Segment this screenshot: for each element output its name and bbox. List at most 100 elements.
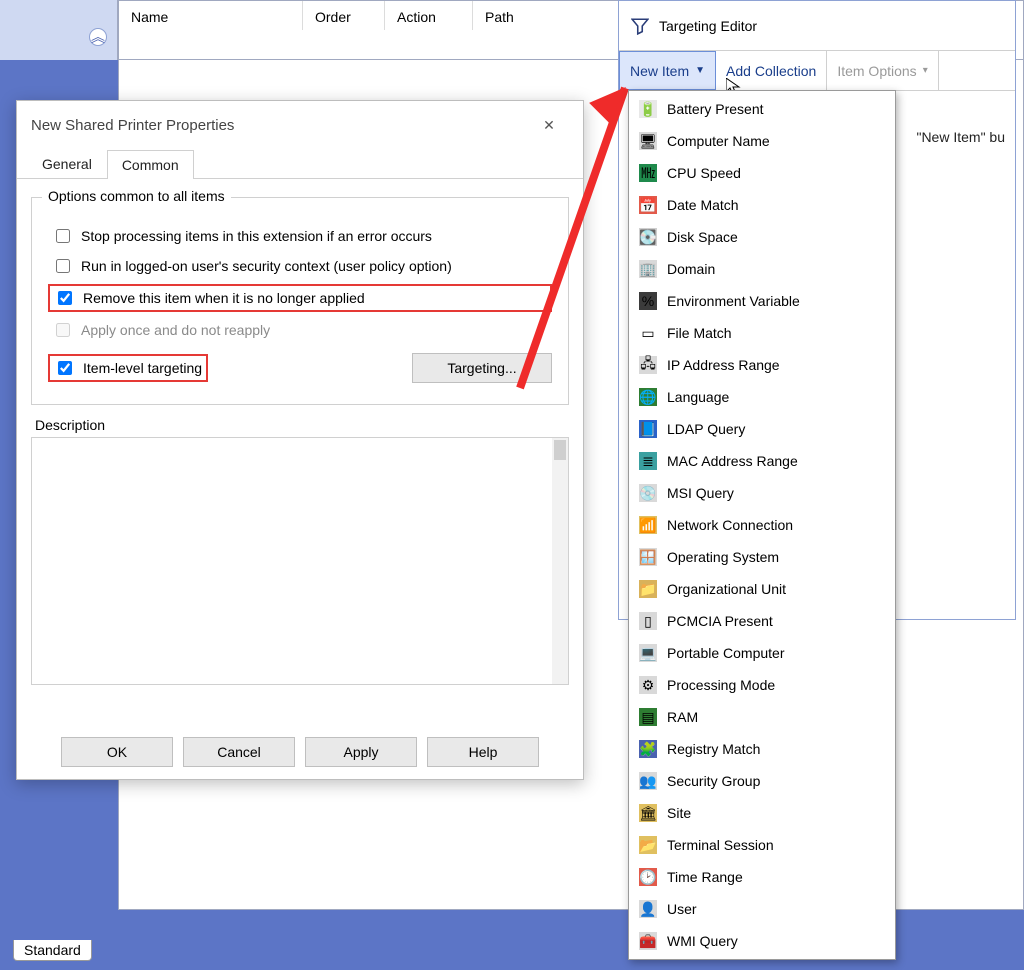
disk-space-icon: 💽 <box>639 228 657 246</box>
checkbox-apply-once <box>56 323 70 337</box>
printer-properties-dialog: New Shared Printer Properties ✕ General … <box>16 100 584 780</box>
menu-item-battery-present[interactable]: 🔋 Battery Present <box>629 93 895 125</box>
checkbox-remove-when-unapplied[interactable] <box>58 291 72 305</box>
menu-item-msi-query[interactable]: 💿MSI Query <box>629 477 895 509</box>
menu-item-cpu-speed[interactable]: ㎒CPU Speed <box>629 157 895 189</box>
menu-item-language[interactable]: 🌐Language <box>629 381 895 413</box>
site-icon: 🏛 <box>639 804 657 822</box>
tab-common[interactable]: Common <box>107 150 194 179</box>
description-textarea[interactable] <box>31 437 569 685</box>
opt-remove-when-unapplied[interactable]: Remove this item when it is no longer ap… <box>48 284 552 312</box>
menu-item-registry-match[interactable]: 🧩Registry Match <box>629 733 895 765</box>
description-scrollbar[interactable] <box>552 438 568 684</box>
user-icon: 👤 <box>639 900 657 918</box>
collapse-button[interactable]: ︽ <box>89 28 107 46</box>
opt-run-user-context[interactable]: Run in logged-on user's security context… <box>48 254 552 278</box>
help-button[interactable]: Help <box>427 737 539 767</box>
menu-item-label: Network Connection <box>667 517 793 533</box>
menu-item-processing-mode[interactable]: ⚙ Processing Mode <box>629 669 895 701</box>
menu-item-time-range[interactable]: 🕑Time Range <box>629 861 895 893</box>
menu-item-date-match[interactable]: 📅 Date Match <box>629 189 895 221</box>
security-group-icon: 👥 <box>639 772 657 790</box>
portable-computer-icon: 💻 <box>639 644 657 662</box>
opt-stop-processing[interactable]: Stop processing items in this extension … <box>48 224 552 248</box>
menu-item-label: Date Match <box>667 197 739 213</box>
targeting-button[interactable]: Targeting... <box>412 353 552 383</box>
caret-down-icon: ▾ <box>923 65 928 76</box>
dialog-titlebar: New Shared Printer Properties ✕ <box>17 101 583 149</box>
menu-item-ip-address-range[interactable]: 🖧IP Address Range <box>629 349 895 381</box>
close-button[interactable]: ✕ <box>529 111 569 139</box>
menu-item-domain[interactable]: 🏢Domain <box>629 253 895 285</box>
menu-item-file-match[interactable]: ▭File Match <box>629 317 895 349</box>
menu-item-terminal-session[interactable]: 📂Terminal Session <box>629 829 895 861</box>
ok-button[interactable]: OK <box>61 737 173 767</box>
menu-item-operating-system[interactable]: 🪟Operating System <box>629 541 895 573</box>
date-match-icon: 📅 <box>639 196 657 214</box>
column-name[interactable]: Name <box>119 1 303 30</box>
chevron-up-icon: ︽ <box>91 27 105 47</box>
new-item-dropdown[interactable]: 🔋 Battery Present 🖥 Computer Name ㎒CPU Speed… <box>628 90 896 960</box>
menu-item-ldap-query[interactable]: 📘LDAP Query <box>629 413 895 445</box>
checkbox-stop-processing[interactable] <box>56 229 70 243</box>
menu-item-site[interactable]: 🏛Site <box>629 797 895 829</box>
menu-item-ram[interactable]: ▤RAM <box>629 701 895 733</box>
apply-button[interactable]: Apply <box>305 737 417 767</box>
time-range-icon: 🕑 <box>639 868 657 886</box>
wmi-query-icon: 🧰 <box>639 932 657 950</box>
menu-item-label: Registry Match <box>667 741 760 757</box>
menu-item-disk-space[interactable]: 💽 Disk Space <box>629 221 895 253</box>
item-options-label: Item Options <box>837 63 916 79</box>
caret-down-icon: ▼ <box>695 65 705 76</box>
mac-address-range-icon: ≣ <box>639 452 657 470</box>
opt-remove-when-unapplied-label: Remove this item when it is no longer ap… <box>83 290 365 306</box>
menu-item-label: Computer Name <box>667 133 770 149</box>
menu-item-mac-address-range[interactable]: ≣MAC Address Range <box>629 445 895 477</box>
menu-item-environment-variable[interactable]: %Environment Variable <box>629 285 895 317</box>
menu-item-wmi-query[interactable]: 🧰WMI Query <box>629 925 895 957</box>
new-item-button[interactable]: New Item ▼ <box>619 51 716 90</box>
menu-item-pcmcia-present[interactable]: ▯PCMCIA Present <box>629 605 895 637</box>
menu-item-user[interactable]: 👤 User <box>629 893 895 925</box>
menu-item-label: Language <box>667 389 729 405</box>
dialog-button-row: OK Cancel Apply Help <box>17 737 583 767</box>
pcmcia-present-icon: ▯ <box>639 612 657 630</box>
checkbox-run-user-context[interactable] <box>56 259 70 273</box>
add-collection-button[interactable]: Add Collection <box>716 51 827 90</box>
opt-apply-once-label: Apply once and do not reapply <box>81 322 270 338</box>
checkbox-item-level-targeting[interactable] <box>58 361 72 375</box>
scrollbar-thumb[interactable] <box>554 440 566 460</box>
column-order[interactable]: Order <box>303 1 385 30</box>
tab-standard[interactable]: Standard <box>13 940 92 961</box>
opt-item-level-targeting-label: Item-level targeting <box>83 360 202 376</box>
targeting-editor-toolbar: New Item ▼ Add Collection Item Options ▾ <box>619 51 1015 91</box>
opt-apply-once: Apply once and do not reapply <box>48 318 552 342</box>
menu-item-label: RAM <box>667 709 698 725</box>
cancel-button[interactable]: Cancel <box>183 737 295 767</box>
menu-item-label: User <box>667 901 697 917</box>
menu-item-label: Organizational Unit <box>667 581 786 597</box>
menu-item-portable-computer[interactable]: 💻Portable Computer <box>629 637 895 669</box>
menu-item-security-group[interactable]: 👥Security Group <box>629 765 895 797</box>
menu-item-label: Processing Mode <box>667 677 775 693</box>
processing-mode-icon: ⚙ <box>639 676 657 694</box>
opt-item-level-targeting[interactable]: Item-level targeting <box>48 354 208 382</box>
menu-item-label: Operating System <box>667 549 779 565</box>
menu-item-organizational-unit[interactable]: 📁Organizational Unit <box>629 573 895 605</box>
file-match-icon: ▭ <box>639 324 657 342</box>
menu-item-label: Battery Present <box>667 101 764 117</box>
common-options-group: Options common to all items Stop process… <box>31 197 569 405</box>
dialog-tabs: General Common <box>17 149 583 179</box>
item-options-button: Item Options ▾ <box>827 51 938 90</box>
computer-name-icon: 🖥 <box>639 132 657 150</box>
menu-item-label: LDAP Query <box>667 421 745 437</box>
menu-item-computer-name[interactable]: 🖥 Computer Name <box>629 125 895 157</box>
battery-present-icon: 🔋 <box>639 100 657 118</box>
menu-item-label: MSI Query <box>667 485 734 501</box>
dialog-title: New Shared Printer Properties <box>31 117 529 134</box>
menu-item-label: Domain <box>667 261 715 277</box>
menu-item-label: Disk Space <box>667 229 738 245</box>
menu-item-network-connection[interactable]: 📶Network Connection <box>629 509 895 541</box>
column-action[interactable]: Action <box>385 1 473 30</box>
tab-general[interactable]: General <box>27 149 107 178</box>
